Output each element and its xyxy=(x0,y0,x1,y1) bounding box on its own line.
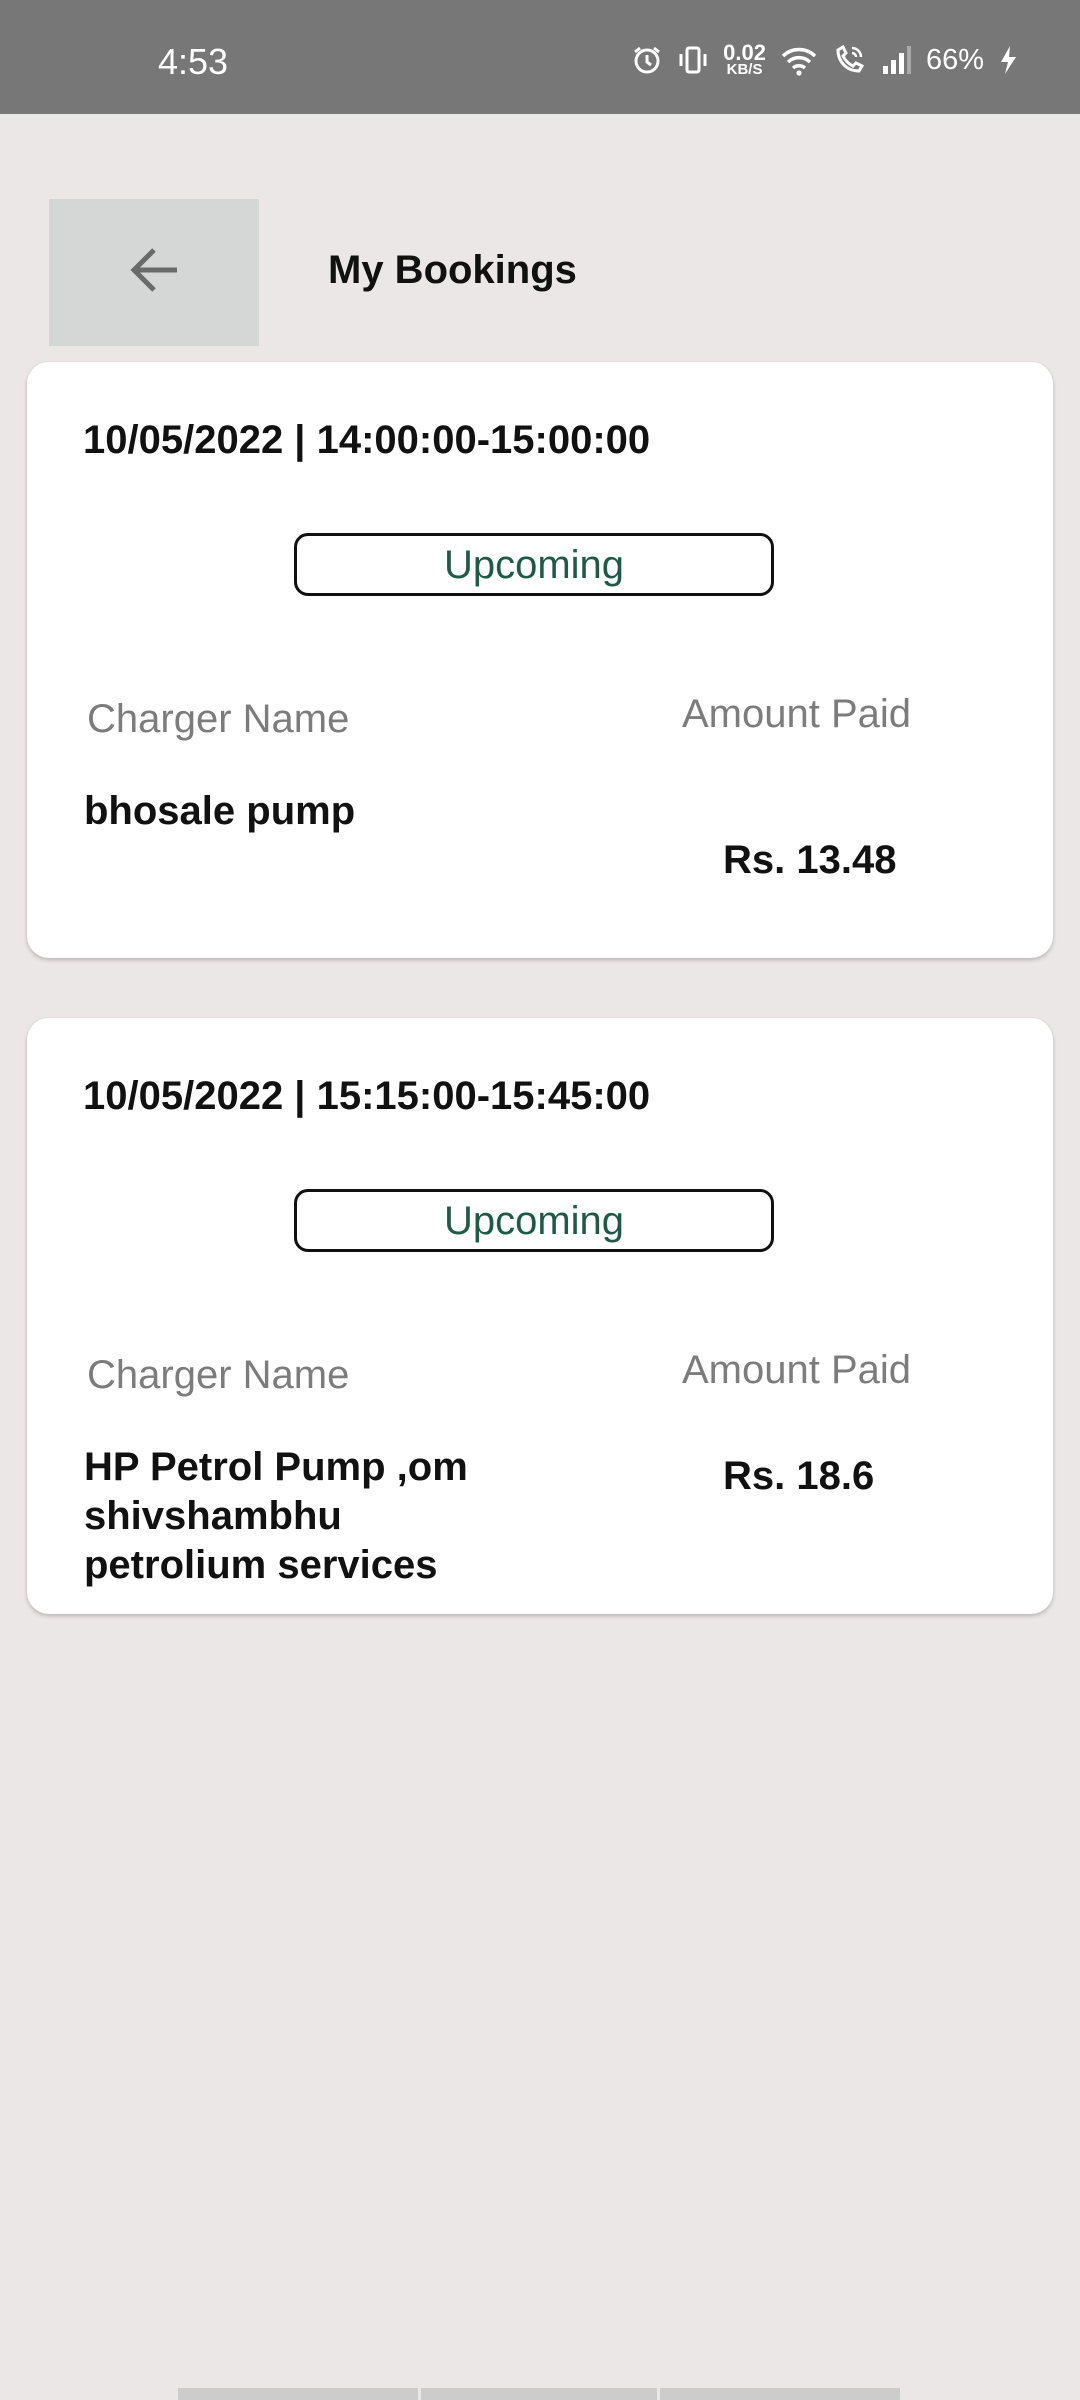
network-speed-value: 0.02 xyxy=(723,40,766,65)
nav-handle-left xyxy=(178,2388,418,2400)
charger-name-value: HP Petrol Pump ,om shivshambhu petrolium… xyxy=(84,1445,468,1587)
booking-card[interactable]: 10/05/2022 | 14:00:00-15:00:00 Upcoming … xyxy=(27,362,1053,958)
booking-datetime: 10/05/2022 | 14:00:00-15:00:00 xyxy=(83,418,651,462)
charger-name-value: bhosale pump xyxy=(84,789,356,833)
alarm-icon xyxy=(631,44,663,76)
network-speed-unit: KB/S xyxy=(726,61,763,78)
status-badge: Upcoming xyxy=(294,533,774,596)
status-icons: 0.02 KB/S 66% xyxy=(631,40,1018,80)
status-time: 4:53 xyxy=(158,41,229,82)
amount-paid-label: Amount Paid xyxy=(682,1348,912,1392)
charger-name-label: Charger Name xyxy=(87,1353,350,1397)
wifi-call-icon xyxy=(832,44,866,76)
arrow-left-icon xyxy=(127,245,181,300)
back-button[interactable] xyxy=(49,199,259,346)
amount-paid-value: Rs. 13.48 xyxy=(723,838,897,882)
status-badge: Upcoming xyxy=(294,1189,774,1252)
battery-percent: 66% xyxy=(925,43,984,76)
signal-icon xyxy=(880,44,912,76)
amount-paid-value: Rs. 18.6 xyxy=(723,1454,875,1498)
amount-paid-label: Amount Paid xyxy=(682,692,912,736)
status-bar: 4:53 0.02 KB/S 66% xyxy=(0,0,1080,114)
network-speed: 0.02 KB/S xyxy=(723,40,766,78)
page-title: My Bookings xyxy=(328,248,577,292)
charging-bolt-icon xyxy=(998,44,1018,76)
charger-name-label: Charger Name xyxy=(87,697,350,741)
nav-handle-right xyxy=(660,2388,900,2400)
nav-handle-center xyxy=(421,2388,657,2400)
vibrate-icon xyxy=(677,44,709,76)
booking-card[interactable]: 10/05/2022 | 15:15:00-15:45:00 Upcoming … xyxy=(27,1018,1053,1614)
wifi-icon xyxy=(780,44,818,76)
booking-datetime: 10/05/2022 | 15:15:00-15:45:00 xyxy=(83,1074,651,1118)
